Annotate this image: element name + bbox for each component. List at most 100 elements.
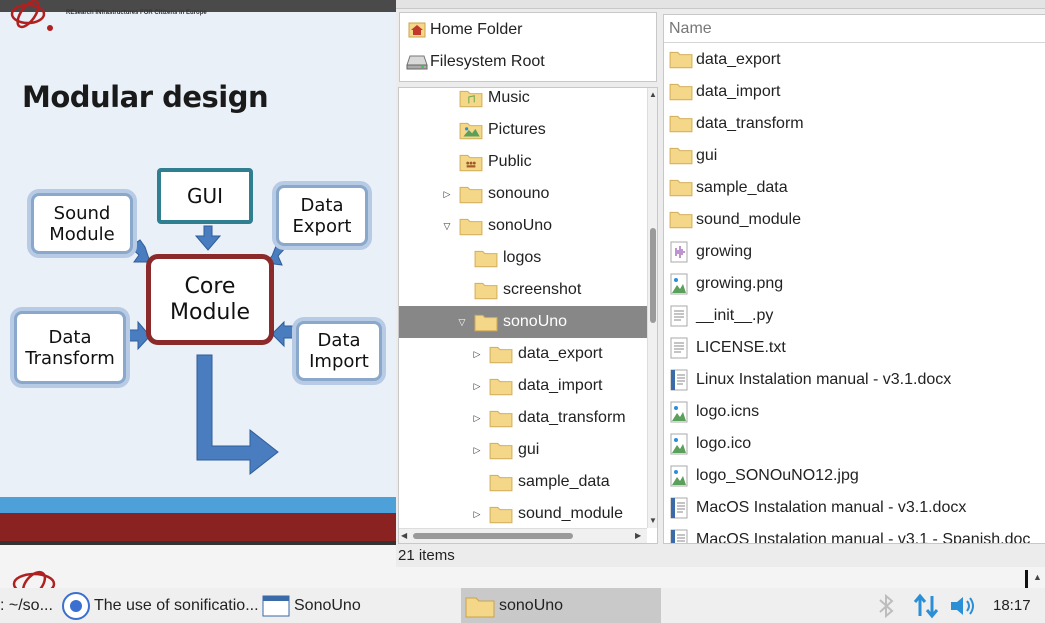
folder-icon bbox=[489, 376, 513, 401]
tree-item[interactable]: ▷ sound_module bbox=[399, 498, 647, 530]
clock[interactable]: 18:17 bbox=[993, 588, 1031, 623]
scrollbar-thumb[interactable] bbox=[413, 533, 573, 539]
tree-item[interactable]: screenshot bbox=[399, 274, 647, 306]
expanded-triangle-icon[interactable]: ▽ bbox=[441, 221, 453, 232]
place-filesystem-root[interactable]: Filesystem Root bbox=[400, 46, 656, 78]
pictures-folder-icon bbox=[459, 120, 483, 145]
folder-icon bbox=[489, 504, 513, 529]
scroll-up-arrow-icon[interactable]: ▲ bbox=[1033, 572, 1042, 582]
core-module-box: Core Module bbox=[146, 254, 274, 345]
task-label: The use of sonificatio... bbox=[94, 596, 258, 614]
folder-icon bbox=[489, 408, 513, 433]
volume-icon[interactable] bbox=[948, 588, 978, 623]
file-row[interactable]: growing.png bbox=[664, 268, 1045, 300]
task-label: sonoUno bbox=[499, 596, 564, 614]
collapsed-triangle-icon[interactable]: ▷ bbox=[471, 413, 483, 424]
folder-icon bbox=[669, 145, 693, 170]
file-row[interactable]: logo_SONOuNO12.jpg bbox=[664, 460, 1045, 492]
document-file-icon bbox=[669, 369, 689, 396]
task-file-manager[interactable]: sonoUno bbox=[461, 588, 661, 623]
bluetooth-icon[interactable] bbox=[876, 588, 896, 623]
file-row[interactable]: logo.icns bbox=[664, 396, 1045, 428]
collapsed-triangle-icon[interactable]: ▷ bbox=[471, 445, 483, 456]
collapsed-triangle-icon[interactable]: ▷ bbox=[471, 349, 483, 360]
tree-item[interactable]: Public bbox=[399, 146, 647, 178]
tree-item[interactable]: ▷ sonouno bbox=[399, 178, 647, 210]
scroll-down-icon[interactable]: ▼ bbox=[649, 516, 657, 525]
tree-item-label: Music bbox=[488, 89, 530, 106]
file-row[interactable]: Linux Instalation manual - v3.1.docx bbox=[664, 364, 1045, 396]
file-row[interactable]: data_export bbox=[664, 44, 1045, 76]
tree-item[interactable]: ▷ data_import bbox=[399, 370, 647, 402]
file-row[interactable]: MacOS Instalation manual - v3.1 - Spanis… bbox=[664, 524, 1045, 543]
file-list[interactable]: Name data_export data_import data_transfor… bbox=[663, 14, 1045, 544]
scroll-left-icon[interactable]: ◀ bbox=[401, 531, 407, 540]
slide-footer-band-red bbox=[0, 513, 396, 541]
file-name: sound_module bbox=[696, 211, 801, 228]
file-row[interactable]: logo.ico bbox=[664, 428, 1045, 460]
column-header-name[interactable]: Name bbox=[664, 15, 1045, 43]
tree-item-label: Public bbox=[488, 153, 532, 170]
scroll-up-icon[interactable]: ▲ bbox=[649, 90, 657, 99]
file-name: growing.png bbox=[696, 275, 784, 292]
collapsed-triangle-icon[interactable]: ▷ bbox=[471, 509, 483, 520]
text-file-icon bbox=[669, 305, 689, 332]
file-row[interactable]: gui bbox=[664, 140, 1045, 172]
home-icon bbox=[404, 21, 430, 39]
tree-item[interactable]: Pictures bbox=[399, 114, 647, 146]
file-row[interactable]: sound_module bbox=[664, 204, 1045, 236]
tree-horizontal-scrollbar[interactable]: ◀ ▶ bbox=[399, 528, 647, 543]
file-name: LICENSE.txt bbox=[696, 339, 786, 356]
tree-item[interactable]: logos bbox=[399, 242, 647, 274]
place-home-folder[interactable]: Home Folder bbox=[400, 14, 656, 46]
file-name: data_export bbox=[696, 51, 781, 68]
file-row[interactable]: MacOS Instalation manual - v3.1.docx bbox=[664, 492, 1045, 524]
folder-icon bbox=[669, 81, 693, 106]
tree-item[interactable]: sample_data bbox=[399, 466, 647, 498]
folder-icon bbox=[474, 280, 498, 305]
task-browser[interactable]: The use of sonificatio... bbox=[60, 588, 258, 623]
music-folder-icon bbox=[459, 88, 483, 113]
expanded-triangle-icon[interactable]: ▽ bbox=[456, 317, 468, 328]
tree-item-label: data_import bbox=[518, 377, 603, 394]
scroll-right-icon[interactable]: ▶ bbox=[635, 531, 641, 540]
tree-item[interactable]: ▽ sonoUno bbox=[399, 210, 647, 242]
drive-icon bbox=[404, 53, 430, 71]
folder-icon bbox=[459, 216, 483, 241]
collapsed-triangle-icon[interactable]: ▷ bbox=[441, 189, 453, 200]
file-row[interactable]: LICENSE.txt bbox=[664, 332, 1045, 364]
file-row[interactable]: growing bbox=[664, 236, 1045, 268]
file-row[interactable]: data_transform bbox=[664, 108, 1045, 140]
file-name: logo.ico bbox=[696, 435, 752, 452]
directory-tree[interactable]: Music Pictures Public ▷ sonouno ▽ sonoUno logos… bbox=[398, 87, 658, 544]
network-icon[interactable] bbox=[912, 588, 940, 623]
tree-item[interactable]: Music bbox=[399, 88, 647, 114]
image-file-icon bbox=[669, 465, 689, 492]
tree-vertical-scrollbar[interactable]: ▲ ▼ bbox=[647, 88, 657, 528]
window-icon bbox=[262, 594, 290, 618]
image-file-icon bbox=[669, 401, 689, 428]
task-terminal[interactable]: : ~/so... bbox=[0, 588, 56, 623]
file-row[interactable]: sample_data bbox=[664, 172, 1045, 204]
folder-icon bbox=[474, 312, 498, 337]
task-sonouno-app[interactable]: SonoUno bbox=[262, 588, 452, 623]
tree-item[interactable]: ▷ data_transform bbox=[399, 402, 647, 434]
scrollbar-thumb[interactable] bbox=[650, 228, 656, 323]
file-row[interactable]: data_import bbox=[664, 76, 1045, 108]
tree-item[interactable]: ▷ data_export bbox=[399, 338, 647, 370]
collapsed-triangle-icon[interactable]: ▷ bbox=[471, 381, 483, 392]
status-bar: 21 items bbox=[398, 546, 455, 564]
file-manager-toolbar bbox=[396, 0, 1045, 9]
tree-item[interactable]: ▽ sonoUno bbox=[399, 306, 647, 338]
file-name: data_transform bbox=[696, 115, 804, 132]
renforce-logo-icon bbox=[12, 570, 56, 588]
folder-icon bbox=[459, 184, 483, 209]
file-name: Linux Instalation manual - v3.1.docx bbox=[696, 371, 952, 388]
tree-item[interactable]: ▷ gui bbox=[399, 434, 647, 466]
document-file-icon bbox=[669, 497, 689, 524]
text-cursor bbox=[1025, 570, 1028, 588]
folder-icon bbox=[669, 49, 693, 74]
tree-item-label: logos bbox=[503, 249, 542, 266]
image-file-icon bbox=[669, 273, 689, 300]
file-row[interactable]: __init__.py bbox=[664, 300, 1045, 332]
